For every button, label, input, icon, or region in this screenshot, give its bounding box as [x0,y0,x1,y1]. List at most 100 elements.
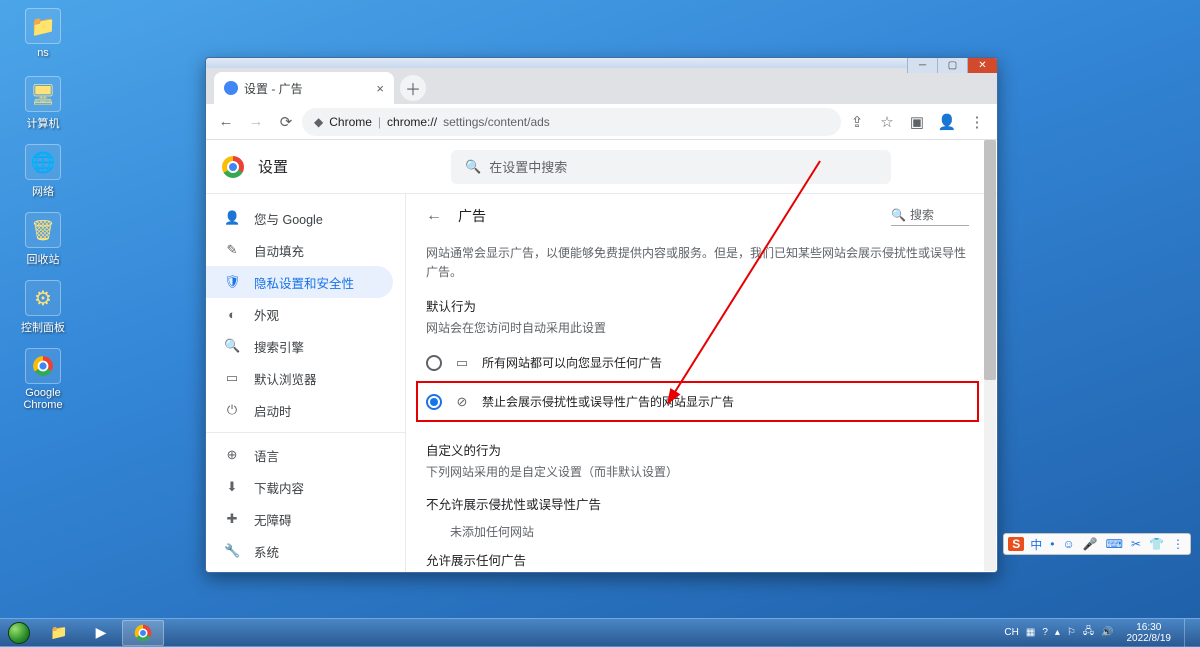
menu-button[interactable]: ⋮ [963,108,991,136]
chrome-badge-icon: ◆ [314,115,323,129]
window-close[interactable]: ✕ [967,57,997,73]
desktop-label: 计算机 [15,115,71,131]
sidebar-item-8[interactable]: ⊕语言 [206,439,393,471]
nav-back-button[interactable]: ← [212,108,240,136]
ime-menu-icon[interactable]: ⋮ [1170,537,1186,551]
settings-search[interactable]: 🔍 在设置中搜索 [451,150,891,184]
panel-back-button[interactable]: ← [426,207,442,225]
settings-main-panel: ← 广告 🔍搜索 网站通常会显示广告，以便能够免费提供内容或服务。但是，我们已知… [406,194,997,572]
scrollbar[interactable] [984,140,996,571]
taskbar-media-player[interactable]: ▶ [80,620,122,646]
tray-chevron-icon[interactable]: ▴ [1055,627,1060,638]
show-desktop-button[interactable] [1184,619,1194,647]
radio-block-intrusive[interactable]: ⊘ 禁止会展示侵扰性或误导性广告的网站显示广告 [426,385,969,418]
ime-tools-icon[interactable]: 👕 [1147,537,1166,551]
browser-tab[interactable]: 设置 - 广告 × [214,72,394,104]
sidebar-item-4[interactable]: 🔍搜索引擎 [206,330,393,362]
desktop-icon-computer[interactable]: 🖥计算机 [15,76,71,131]
window-maximize[interactable]: ▢ [937,57,967,73]
profile-button[interactable]: 👤 [933,108,961,136]
settings-sidebar: 👤您与 Google✎自动填充🛡隐私设置和安全性◐外观🔍搜索引擎▭默认浏览器⏻启… [206,194,406,572]
sidebar-icon: ◐ [224,307,240,322]
sidebar-item-2[interactable]: 🛡隐私设置和安全性 [206,266,393,298]
settings-header: 设置 🔍 在设置中搜索 [206,140,997,194]
sidebar-item-label: 无障碍 [254,510,292,529]
sidebar-item-6[interactable]: ⏻启动时 [206,394,393,426]
desktop-label: 网络 [15,183,71,199]
radio-allow-all[interactable]: ▭ 所有网站都可以向您显示任何广告 [426,346,969,379]
tray-ime-icon[interactable]: ▦ [1026,627,1035,638]
settings-title: 设置 [258,156,288,177]
nav-forward-button[interactable]: → [242,108,270,136]
system-tray[interactable]: CH ▦ ? ▴ ⚐ 🖧 🔊 16:30 2022/8/19 [998,619,1200,647]
ime-emoji-icon[interactable]: ☺ [1060,537,1076,551]
scrollbar-thumb[interactable] [984,140,996,380]
desktop-label: Google Chrome [15,387,71,411]
tray-clock[interactable]: 16:30 2022/8/19 [1121,622,1178,644]
default-behavior-title: 默认行为 [426,296,969,315]
taskbar-chrome[interactable] [122,620,164,646]
url-path: settings/content/ads [443,115,550,129]
sidebar-item-1[interactable]: ✎自动填充 [206,234,393,266]
gear-icon [224,81,238,95]
share-button[interactable]: ⇪ [843,108,871,136]
url-scheme: Chrome [329,115,372,129]
nav-reload-button[interactable]: ⟳ [272,108,300,136]
ime-punct-icon[interactable]: • [1048,537,1056,551]
sidebar-item-label: 下载内容 [254,478,304,497]
tray-volume-icon[interactable]: 🔊 [1101,627,1113,638]
tray-help-icon[interactable]: ? [1042,627,1048,638]
radio-checked-icon [426,394,442,410]
tray-flag-icon[interactable]: ⚐ [1067,627,1076,638]
sidebar-item-11[interactable]: 🔧系统 [206,535,393,567]
start-button[interactable] [0,619,38,647]
taskbar-explorer[interactable]: 📁 [38,620,80,646]
ime-voice-icon[interactable]: 🎤 [1081,537,1100,551]
panel-title: 广告 [458,206,486,226]
sidebar-icon: 🛡 [224,274,240,290]
ime-mode[interactable]: 中 [1028,536,1044,553]
window-titlebar[interactable]: ─ ▢ ✕ [206,58,997,68]
disallow-empty-text: 未添加任何网站 [450,523,969,540]
sidebar-item-5[interactable]: ▭默认浏览器 [206,362,393,394]
new-tab-button[interactable]: ＋ [400,75,426,101]
desktop-label: ns [15,47,71,59]
sidebar-icon: ✚ [224,511,240,527]
bookmark-button[interactable]: ☆ [873,108,901,136]
extensions-button[interactable]: ▣ [903,108,931,136]
desktop-label: 控制面板 [15,319,71,335]
ime-toolbar[interactable]: S 中 • ☺ 🎤 ⌨ ✂ 👕 ⋮ [1003,533,1191,555]
chrome-logo-icon [222,156,244,178]
network-icon: 🌐 [25,144,61,180]
sidebar-item-12[interactable]: ↺重置并清理 [206,567,393,572]
desktop-icon-network[interactable]: 🌐 网络 [15,144,71,199]
ads-icon: ▭ [454,355,470,371]
chrome-icon [25,348,61,384]
address-bar[interactable]: ◆ Chrome | chrome://settings/content/ads [302,108,841,136]
annotation-highlight: ⊘ 禁止会展示侵扰性或误导性广告的网站显示广告 [416,381,979,422]
tab-strip: 设置 - 广告 × ＋ [206,68,997,104]
tab-title: 设置 - 广告 [244,80,303,97]
tray-time: 16:30 [1127,622,1172,633]
ime-keyboard-icon[interactable]: ⌨ [1104,537,1125,551]
custom-behavior-title: 自定义的行为 [426,440,969,459]
sidebar-item-9[interactable]: ⬇ 下载内容 [206,471,393,503]
tray-lang[interactable]: CH [1004,627,1018,638]
chrome-window: ─ ▢ ✕ 设置 - 广告 × ＋ ← → ⟳ ◆ Chrome | chrom… [205,57,998,573]
desktop-icon-folder[interactable]: 📁ns [15,8,71,59]
search-icon: 🔍 [891,208,906,222]
tray-network-icon[interactable]: 🖧 [1083,624,1094,641]
close-tab-icon[interactable]: × [376,81,384,96]
sidebar-item-0[interactable]: 👤您与 Google [206,202,393,234]
window-minimize[interactable]: ─ [907,57,937,73]
ime-skin-icon[interactable]: ✂ [1129,537,1143,551]
desktop-icon-recycle[interactable]: 🗑回收站 [15,212,71,267]
start-orb-icon [8,622,30,644]
desktop-icon-chrome[interactable]: Google Chrome [15,348,71,411]
sidebar-item-10[interactable]: ✚ 无障碍 [206,503,393,535]
sidebar-item-3[interactable]: ◐外观 [206,298,393,330]
sidebar-icon: ⬇ [224,479,240,495]
panel-description: 网站通常会显示广告，以便能够免费提供内容或服务。但是，我们已知某些网站会展示侵扰… [426,244,969,282]
panel-search[interactable]: 🔍搜索 [891,206,969,226]
desktop-icon-control-panel[interactable]: ⚙控制面板 [15,280,71,335]
